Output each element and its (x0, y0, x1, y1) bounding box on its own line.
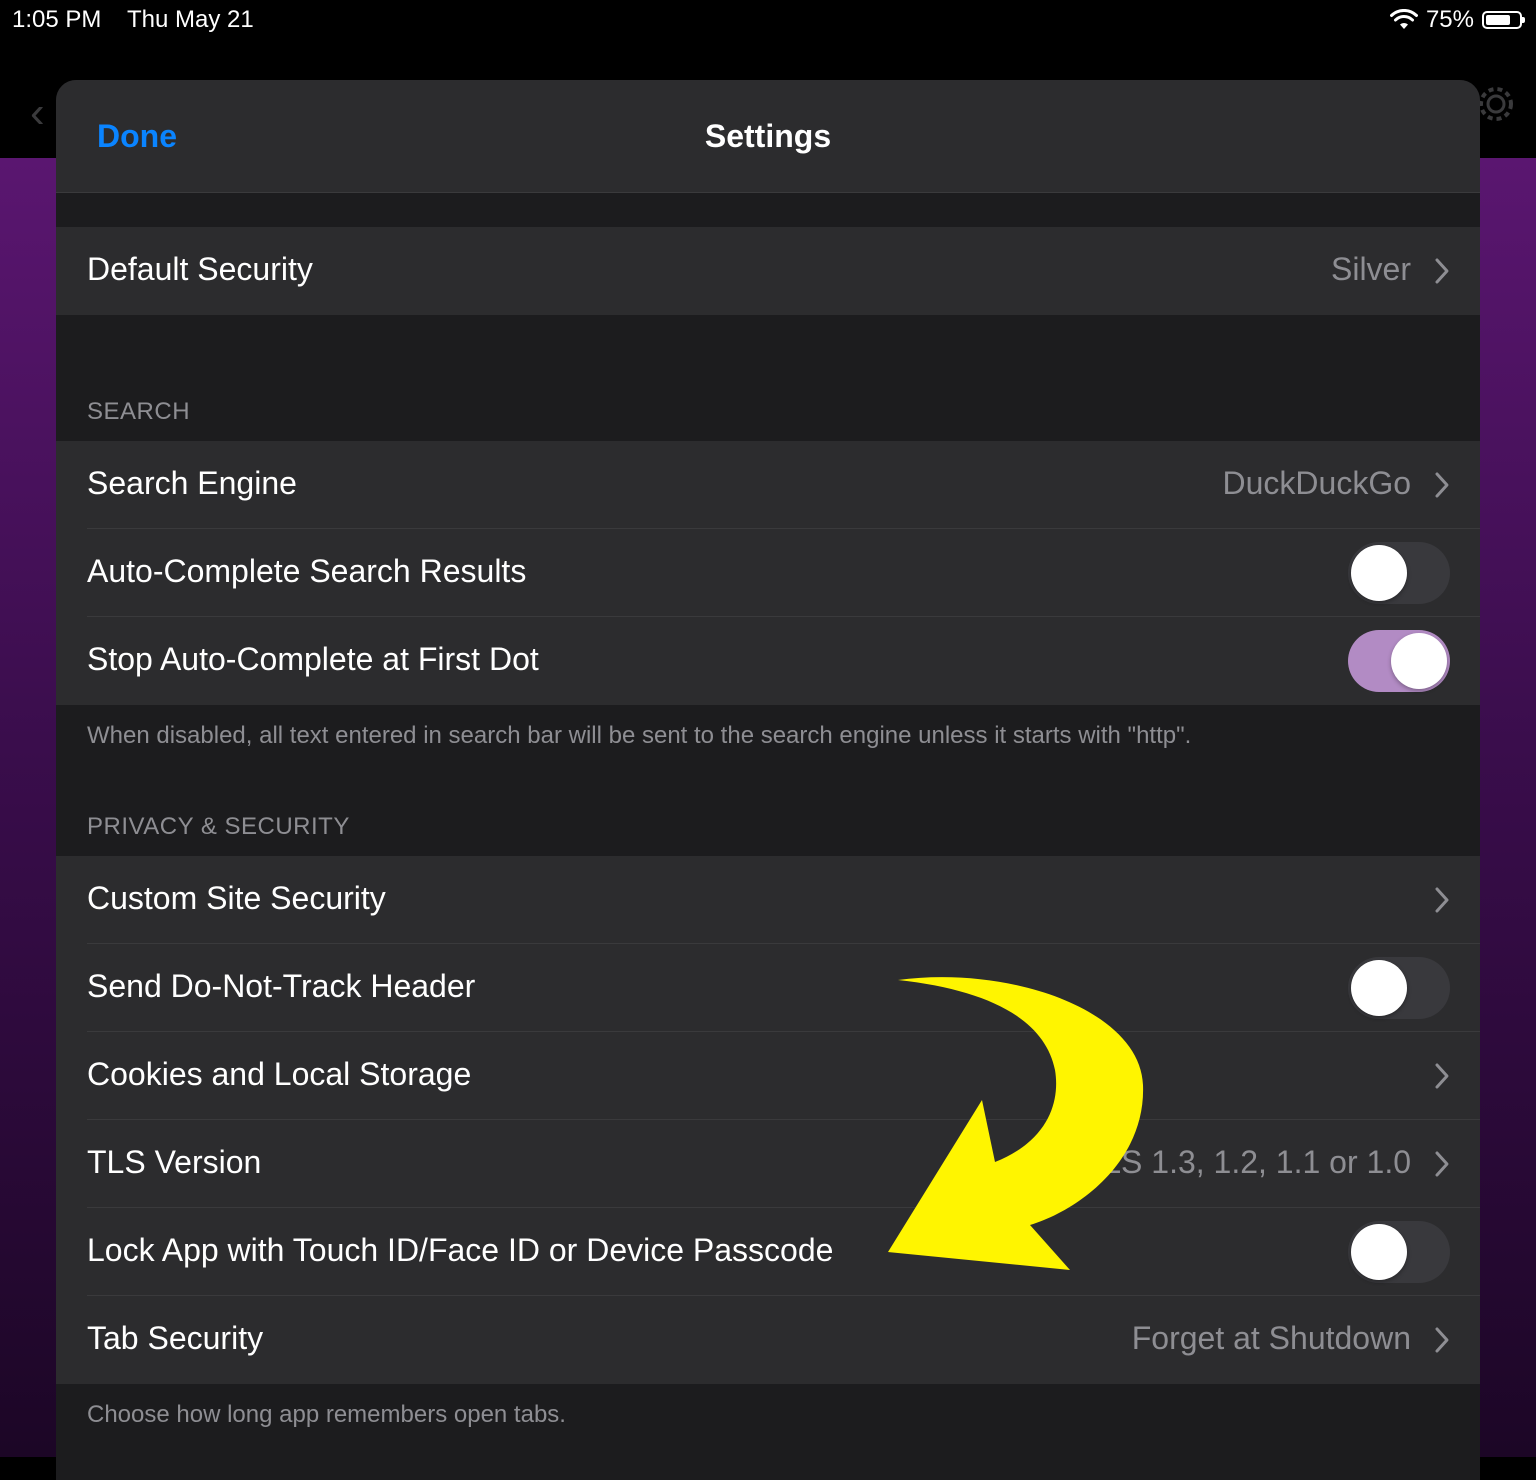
stop-auto-complete-row: Stop Auto-Complete at First Dot (56, 617, 1480, 705)
chevron-right-icon (1435, 1151, 1449, 1177)
page-title: Settings (704, 118, 832, 154)
cookies-label: Cookies and Local Storage (87, 1056, 472, 1092)
default-security-row[interactable]: Default Security Silver (56, 227, 1480, 315)
privacy-section-header: PRIVACY & SECURITY (87, 813, 350, 840)
lock-app-row: Lock App with Touch ID/Face ID or Device… (56, 1208, 1480, 1296)
custom-site-security-label: Custom Site Security (87, 880, 386, 916)
nav-bar: Done Settings (56, 80, 1480, 193)
custom-site-security-row[interactable]: Custom Site Security (56, 856, 1480, 944)
search-engine-value: DuckDuckGo (1222, 465, 1412, 501)
battery-level (1486, 15, 1510, 25)
tab-security-label: Tab Security (87, 1320, 264, 1356)
status-right: 75% (1389, 6, 1525, 34)
do-not-track-label: Send Do-Not-Track Header (87, 968, 476, 1004)
tls-version-value: TLS 1.3, 1.2, 1.1 or 1.0 (1083, 1144, 1411, 1180)
chevron-right-icon (1435, 887, 1449, 913)
auto-complete-label: Auto-Complete Search Results (87, 553, 527, 589)
auto-complete-toggle[interactable] (1348, 542, 1450, 604)
stop-auto-complete-label: Stop Auto-Complete at First Dot (87, 641, 539, 677)
default-security-label: Default Security (87, 251, 313, 287)
tab-security-footer: Choose how long app remembers open tabs. (87, 1401, 566, 1428)
gear-icon (1479, 87, 1513, 121)
chevron-right-icon (1435, 1063, 1449, 1089)
stop-auto-complete-toggle[interactable] (1348, 630, 1450, 692)
tab-security-row[interactable]: Tab Security Forget at Shutdown (56, 1296, 1480, 1384)
tls-version-row[interactable]: TLS Version TLS 1.3, 1.2, 1.1 or 1.0 (56, 1120, 1480, 1208)
cookies-row[interactable]: Cookies and Local Storage (56, 1032, 1480, 1120)
search-engine-label: Search Engine (87, 465, 297, 501)
lock-app-label: Lock App with Touch ID/Face ID or Device… (87, 1232, 834, 1268)
chevron-right-icon (1435, 472, 1449, 498)
do-not-track-row: Send Do-Not-Track Header (56, 944, 1480, 1032)
status-bar: 1:05 PM Thu May 21 75% (0, 0, 1536, 44)
search-engine-row[interactable]: Search Engine DuckDuckGo (56, 441, 1480, 529)
back-chevron-icon: ‹ (30, 88, 45, 137)
toggle-knob (1351, 545, 1407, 601)
do-not-track-toggle[interactable] (1348, 957, 1450, 1019)
status-date: Thu May 21 (127, 6, 254, 33)
status-time: 1:05 PM (12, 6, 102, 33)
battery-icon (1482, 11, 1525, 29)
tls-version-label: TLS Version (87, 1144, 262, 1180)
wifi-icon (1389, 9, 1418, 29)
toggle-knob (1391, 633, 1447, 689)
chevron-right-icon (1435, 258, 1449, 284)
settings-sheet: Done Settings Default Security Silver SE… (56, 80, 1480, 1480)
toggle-knob (1351, 960, 1407, 1016)
search-section-header: SEARCH (87, 398, 191, 425)
toggle-knob (1351, 1224, 1407, 1280)
lock-app-toggle[interactable] (1348, 1221, 1450, 1283)
search-footer: When disabled, all text entered in searc… (87, 722, 1192, 749)
default-security-value: Silver (1330, 251, 1411, 287)
chevron-right-icon (1435, 1327, 1449, 1353)
auto-complete-row: Auto-Complete Search Results (56, 529, 1480, 617)
tab-security-value: Forget at Shutdown (1131, 1320, 1411, 1356)
battery-percent: 75% (1425, 6, 1474, 33)
